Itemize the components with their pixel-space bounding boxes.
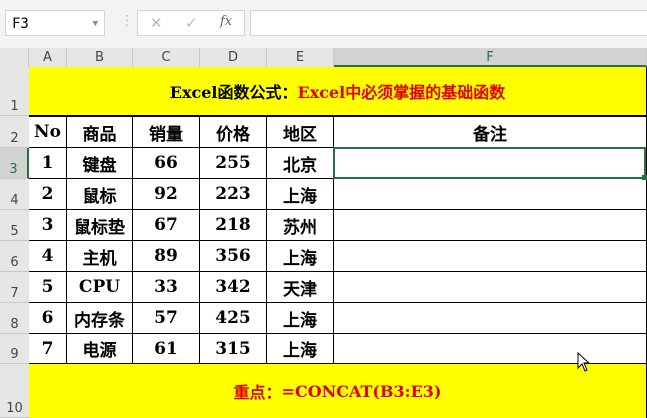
table-cell[interactable] (334, 210, 647, 241)
header-cell[interactable]: 价格 (200, 116, 267, 148)
table-cell[interactable]: 92 (133, 179, 200, 210)
header-cell[interactable]: 备注 (334, 116, 647, 148)
title-black: Excel函数公式： (169, 83, 298, 102)
title-red: Excel中必须掌握的基础函数 (297, 83, 506, 102)
table-cell[interactable]: 89 (133, 241, 200, 272)
table-cell[interactable]: 33 (133, 272, 200, 303)
table-cell[interactable]: 6 (29, 303, 67, 334)
row-header-8[interactable]: 8 (0, 303, 29, 334)
table-cell[interactable]: 天津 (267, 272, 334, 303)
table-cell[interactable]: 218 (200, 210, 267, 241)
table-cell[interactable]: 上海 (267, 334, 334, 364)
formula-input[interactable] (250, 10, 647, 36)
table-cell[interactable]: 鼠标垫 (67, 210, 133, 241)
footer-label: 重点： (233, 383, 282, 402)
table-cell[interactable] (334, 303, 647, 334)
table-cell[interactable]: 2 (29, 179, 67, 210)
name-box[interactable]: F3 ▼ (5, 10, 105, 36)
footer-formula: =CONCAT(B3:E3) (281, 381, 442, 401)
column-header-D[interactable]: D (200, 48, 267, 67)
title-cell[interactable]: Excel函数公式： Excel中必须掌握的基础函数 (29, 67, 647, 116)
table-cell[interactable] (334, 334, 647, 364)
row-header-7[interactable]: 7 (0, 272, 29, 303)
table-cell[interactable]: CPU (67, 272, 133, 303)
table-cell[interactable]: 342 (200, 272, 267, 303)
table-cell[interactable]: 67 (133, 210, 200, 241)
table-cell[interactable]: 内存条 (67, 303, 133, 334)
selected-cell-F3[interactable] (333, 147, 646, 179)
column-header-B[interactable]: B (67, 48, 133, 67)
row-header-2[interactable]: 2 (0, 116, 29, 148)
table-cell[interactable]: 3 (29, 210, 67, 241)
row-header-3[interactable]: 3 (0, 148, 29, 179)
fx-icon[interactable]: fx (220, 14, 232, 29)
table-cell[interactable]: 425 (200, 303, 267, 334)
footer-cell[interactable]: 重点： =CONCAT(B3:E3) (29, 364, 647, 418)
table-cell[interactable]: 键盘 (67, 148, 133, 179)
table-cell[interactable]: 1 (29, 148, 67, 179)
name-box-value: F3 (12, 16, 29, 32)
formula-buttons: ✕ ✓ fx (137, 10, 245, 36)
row-header-10[interactable]: 10 (0, 364, 29, 418)
table-cell[interactable] (334, 241, 647, 272)
table-cell[interactable]: 66 (133, 148, 200, 179)
table-cell[interactable]: 北京 (267, 148, 334, 179)
header-cell[interactable]: 地区 (267, 116, 334, 148)
header-cell[interactable]: 商品 (67, 116, 133, 148)
column-header-A[interactable]: A (29, 48, 67, 67)
table-cell[interactable]: 7 (29, 334, 67, 364)
table-cell[interactable]: 苏州 (267, 210, 334, 241)
table-cell[interactable]: 315 (200, 334, 267, 364)
table-cell[interactable]: 主机 (67, 241, 133, 272)
toolbar: F3 ▼ ⋮ ✕ ✓ fx (0, 0, 647, 49)
table-cell[interactable]: 255 (200, 148, 267, 179)
table-cell[interactable]: 上海 (267, 179, 334, 210)
row-header-9[interactable]: 9 (0, 334, 29, 364)
table-cell[interactable]: 鼠标 (67, 179, 133, 210)
table-cell[interactable]: 4 (29, 241, 67, 272)
row-header-6[interactable]: 6 (0, 241, 29, 272)
header-cell[interactable]: 销量 (133, 116, 200, 148)
table-cell[interactable] (334, 272, 647, 303)
cancel-icon[interactable]: ✕ (150, 14, 163, 32)
column-header-C[interactable]: C (133, 48, 200, 67)
table-cell[interactable] (334, 179, 647, 210)
column-header-F[interactable]: F (334, 48, 647, 67)
table-cell[interactable]: 电源 (67, 334, 133, 364)
table-cell[interactable]: 5 (29, 272, 67, 303)
table-cell[interactable]: 223 (200, 179, 267, 210)
table-cell[interactable]: 57 (133, 303, 200, 334)
row-header-4[interactable]: 4 (0, 179, 29, 210)
row-header-5[interactable]: 5 (0, 210, 29, 241)
more-icon: ⋮ (120, 13, 134, 29)
table-cell[interactable]: 61 (133, 334, 200, 364)
chevron-down-icon[interactable]: ▼ (93, 11, 98, 37)
fill-handle[interactable] (642, 175, 647, 180)
header-cell[interactable]: No (29, 116, 67, 148)
table-cell[interactable]: 356 (200, 241, 267, 272)
select-all-corner[interactable] (0, 48, 29, 67)
table-cell[interactable]: 上海 (267, 241, 334, 272)
row-header-1[interactable]: 1 (0, 67, 29, 116)
column-header-E[interactable]: E (267, 48, 334, 67)
enter-icon[interactable]: ✓ (185, 14, 198, 32)
table-cell[interactable]: 上海 (267, 303, 334, 334)
